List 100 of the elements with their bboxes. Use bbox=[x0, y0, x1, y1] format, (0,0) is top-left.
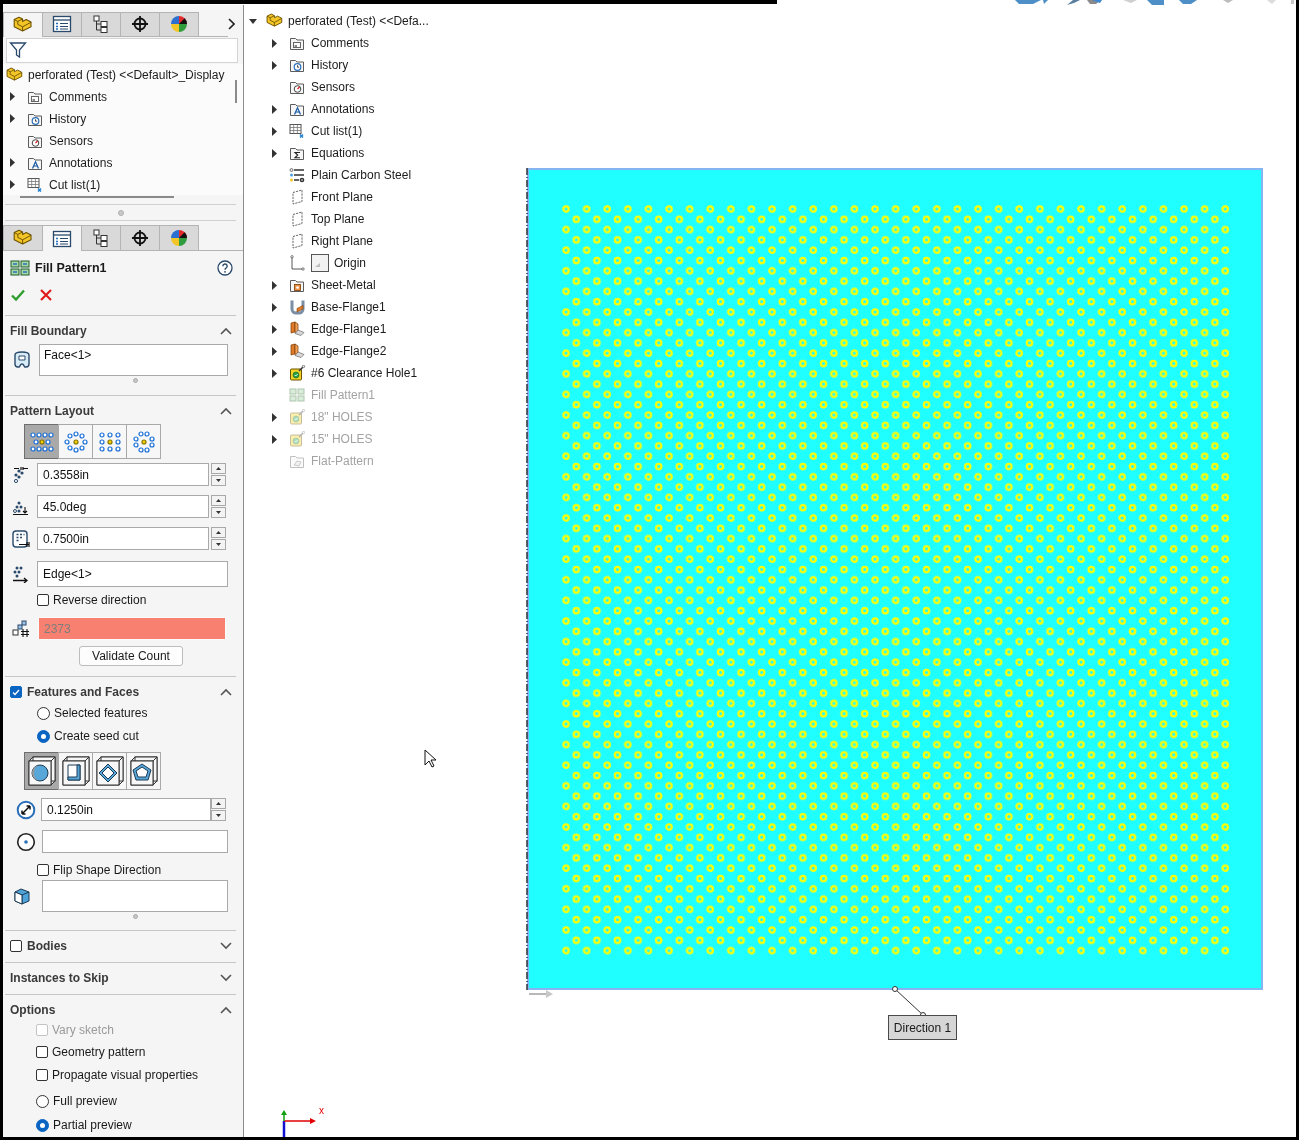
expand-triangle-icon[interactable] bbox=[272, 38, 277, 48]
section-title[interactable]: Bodies bbox=[27, 939, 220, 953]
tree-item[interactable]: Comments bbox=[49, 89, 107, 104]
input-field[interactable] bbox=[42, 830, 228, 853]
shape-button[interactable] bbox=[126, 752, 161, 790]
tree-item[interactable]: Right Plane bbox=[311, 234, 374, 248]
checkbox[interactable] bbox=[36, 1046, 48, 1058]
shape-button[interactable] bbox=[58, 752, 93, 790]
checkbox[interactable] bbox=[37, 864, 49, 876]
chevron-right-icon[interactable] bbox=[228, 18, 235, 31]
chevron-down-icon[interactable] bbox=[220, 942, 232, 950]
tree-item[interactable]: Annotations bbox=[311, 102, 375, 116]
panel-tab[interactable] bbox=[120, 225, 160, 252]
tree-item[interactable]: Top Plane bbox=[311, 212, 365, 226]
panel-tab[interactable] bbox=[42, 12, 82, 37]
horizontal-scrollbar-thumb[interactable] bbox=[20, 195, 174, 199]
validate-count-button[interactable]: Validate Count bbox=[79, 646, 183, 666]
expand-triangle-icon[interactable] bbox=[272, 280, 277, 290]
tree-item[interactable]: Sensors bbox=[311, 80, 356, 94]
spin-down-button[interactable] bbox=[211, 475, 226, 486]
input-field[interactable]: Edge<1> bbox=[37, 561, 228, 587]
splitter-grip[interactable] bbox=[117, 209, 124, 216]
spin-up-button[interactable] bbox=[211, 798, 226, 809]
tree-item[interactable]: Edge-Flange2 bbox=[311, 344, 387, 358]
checkbox-label[interactable]: Propagate visual properties bbox=[52, 1068, 199, 1082]
tree-item[interactable]: perforated (Test) <<Defa... bbox=[288, 14, 429, 28]
checkbox[interactable] bbox=[10, 940, 22, 952]
collapse-triangle-icon[interactable] bbox=[249, 18, 257, 24]
expand-triangle-icon[interactable] bbox=[10, 158, 15, 168]
radio-button[interactable] bbox=[36, 1094, 49, 1108]
callout-label[interactable]: Direction 1 bbox=[888, 1015, 957, 1040]
spin-up-button[interactable] bbox=[211, 463, 226, 474]
radio-label[interactable]: Partial preview bbox=[53, 1118, 132, 1132]
spin-down-button[interactable] bbox=[211, 507, 226, 518]
cancel-button[interactable] bbox=[39, 288, 53, 303]
section-title[interactable]: Pattern Layout bbox=[10, 404, 220, 418]
expand-triangle-icon[interactable] bbox=[272, 324, 277, 334]
shape-button[interactable] bbox=[24, 752, 59, 790]
resize-grip[interactable] bbox=[133, 377, 138, 383]
panel-tab[interactable] bbox=[159, 12, 199, 37]
input-field[interactable]: 0.7500in bbox=[37, 527, 209, 550]
tree-item[interactable]: Equations bbox=[311, 146, 365, 160]
tree-item[interactable]: Sensors bbox=[49, 133, 94, 148]
expand-triangle-icon[interactable] bbox=[272, 126, 277, 136]
tree-item[interactable]: Sheet-Metal bbox=[311, 278, 376, 292]
expand-triangle-icon[interactable] bbox=[272, 104, 277, 114]
tree-item[interactable]: Base-Flange1 bbox=[311, 300, 386, 314]
layout-button[interactable] bbox=[126, 424, 161, 459]
expand-triangle-icon[interactable] bbox=[10, 114, 15, 124]
chevron-up-icon[interactable] bbox=[220, 688, 232, 696]
radio-label[interactable]: Full preview bbox=[53, 1094, 118, 1108]
expand-triangle-icon[interactable] bbox=[10, 180, 15, 190]
radio-label[interactable]: Selected features bbox=[54, 706, 148, 720]
spin-down-button[interactable] bbox=[211, 810, 226, 821]
panel-tab[interactable] bbox=[120, 12, 160, 37]
layout-button[interactable] bbox=[92, 424, 127, 459]
section-title[interactable]: Fill Boundary bbox=[10, 324, 220, 338]
checkbox[interactable] bbox=[10, 686, 22, 698]
layout-button[interactable] bbox=[24, 424, 59, 459]
input-field[interactable]: 45.0deg bbox=[37, 495, 209, 518]
expand-triangle-icon[interactable] bbox=[272, 434, 277, 444]
tree-item[interactable]: History bbox=[311, 58, 349, 72]
help-icon[interactable] bbox=[217, 260, 233, 277]
checkbox[interactable] bbox=[37, 594, 49, 606]
expand-triangle-icon[interactable] bbox=[272, 148, 277, 158]
radio-label[interactable]: Create seed cut bbox=[54, 729, 139, 743]
tree-item[interactable]: Edge-Flange1 bbox=[311, 322, 387, 336]
expand-triangle-icon[interactable] bbox=[272, 412, 277, 422]
section-title[interactable]: Features and Faces bbox=[27, 685, 220, 699]
section-title[interactable]: Instances to Skip bbox=[10, 971, 220, 985]
panel-tab[interactable] bbox=[81, 225, 121, 252]
tree-item[interactable]: Front Plane bbox=[311, 190, 374, 204]
tree-item[interactable]: Origin bbox=[334, 256, 366, 270]
panel-tab[interactable] bbox=[81, 12, 121, 37]
resize-grip[interactable] bbox=[133, 913, 138, 919]
checkbox-label[interactable]: Geometry pattern bbox=[52, 1045, 146, 1059]
section-title[interactable]: Options bbox=[10, 1003, 220, 1017]
input-field[interactable]: 0.3558in bbox=[37, 463, 209, 486]
tree-item[interactable]: #6 Clearance Hole1 bbox=[311, 366, 418, 380]
checkbox-label[interactable]: Reverse direction bbox=[53, 593, 147, 607]
filter-field[interactable] bbox=[6, 37, 238, 63]
tree-item[interactable]: Plain Carbon Steel bbox=[311, 168, 412, 182]
vertical-scrollbar-thumb[interactable] bbox=[235, 79, 237, 103]
panel-tab[interactable] bbox=[159, 225, 199, 252]
radio-button[interactable] bbox=[36, 1118, 49, 1132]
chevron-up-icon[interactable] bbox=[220, 327, 232, 335]
shape-button[interactable] bbox=[92, 752, 127, 790]
tree-item[interactable]: Comments bbox=[311, 36, 369, 50]
tree-item[interactable]: Cut list(1) bbox=[311, 124, 363, 138]
input-field[interactable]: 0.1250in bbox=[41, 798, 211, 821]
spin-up-button[interactable] bbox=[211, 527, 226, 538]
chevron-down-icon[interactable] bbox=[220, 974, 232, 982]
checkbox[interactable] bbox=[36, 1069, 48, 1081]
chevron-up-icon[interactable] bbox=[220, 407, 232, 415]
tree-item[interactable]: Cut list(1) bbox=[49, 177, 101, 192]
expand-triangle-icon[interactable] bbox=[272, 60, 277, 70]
expand-triangle-icon[interactable] bbox=[10, 92, 15, 102]
tree-item[interactable]: Annotations bbox=[49, 155, 113, 170]
chevron-up-icon[interactable] bbox=[220, 1006, 232, 1014]
radio-button[interactable] bbox=[37, 729, 50, 743]
